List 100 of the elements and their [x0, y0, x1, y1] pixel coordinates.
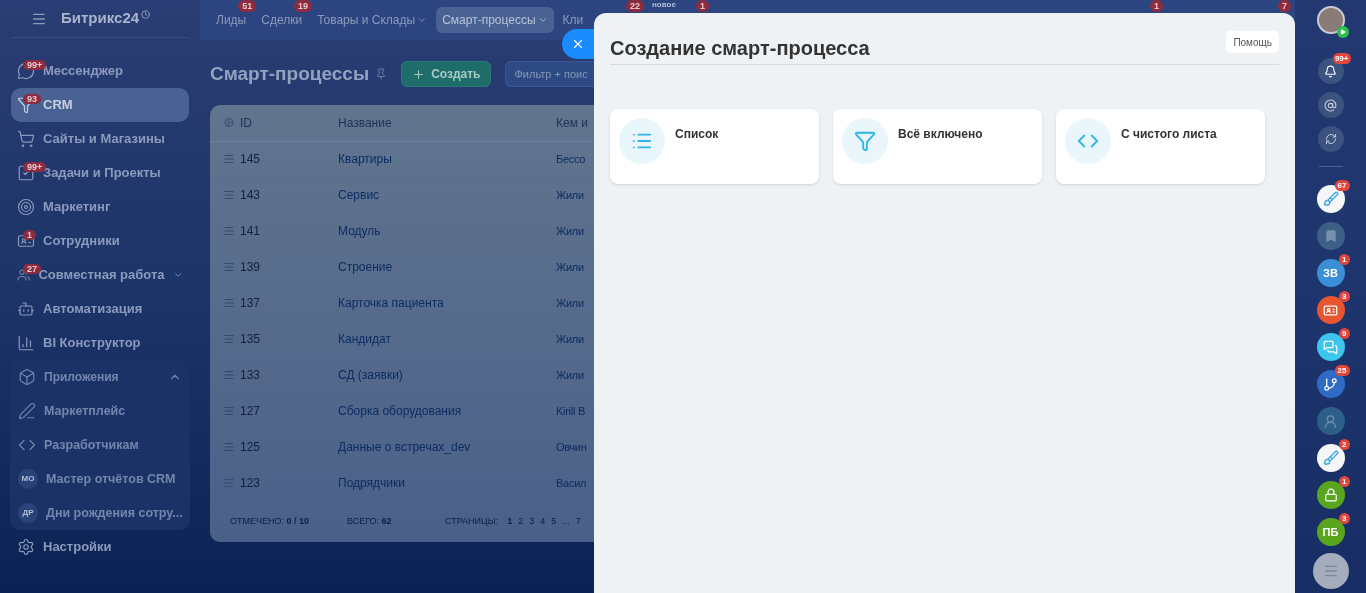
nav-tab[interactable]: Смарт-процессы [436, 7, 554, 33]
sidebar-item[interactable]: Маркетинг [11, 190, 189, 224]
table-cell-text: 127 [240, 403, 262, 420]
table-link[interactable]: СД (заявки) [338, 366, 556, 384]
table-link[interactable]: Сборка оборудования [338, 402, 556, 420]
sidebar-item[interactable]: Приложения [12, 360, 188, 394]
table-link[interactable]: Жили [556, 294, 584, 312]
app-initials: ЗВ [1323, 265, 1338, 281]
app-icon: MO [18, 469, 38, 489]
avatar[interactable] [1316, 6, 1345, 34]
sidebar-label: Настройки [43, 538, 112, 557]
app-button[interactable] [1316, 444, 1345, 472]
table-link[interactable]: Модуль [338, 222, 556, 240]
sidebar-item[interactable]: Сайты и Магазины [11, 122, 189, 156]
app-button[interactable] [1316, 185, 1345, 213]
logo[interactable]: Битрикс24 [61, 7, 140, 30]
sidebar-item[interactable]: ДР Дни рождения сотру... [12, 496, 188, 530]
page-link[interactable]: 7 [575, 514, 581, 529]
count-badge: 2 [1339, 439, 1350, 450]
sidebar-label: Маркетплейс [44, 402, 126, 420]
sidebar-item[interactable]: Настройки [11, 530, 189, 564]
table-link[interactable]: Сервис [338, 186, 556, 204]
table-link[interactable]: Карточка пациента [338, 294, 556, 312]
table-link[interactable]: Кандидат [338, 330, 556, 348]
contact-card-icon [1323, 302, 1338, 318]
table-link[interactable]: Жили [556, 258, 584, 276]
table-link[interactable]: Жили [556, 222, 584, 240]
app-button[interactable] [1316, 370, 1345, 398]
panel-title: Создание смарт-процесса [610, 36, 870, 61]
page-link[interactable]: 2 [518, 514, 524, 529]
sidebar-label: Сайты и Магазины [43, 130, 165, 149]
table-link[interactable]: Строение [338, 258, 556, 276]
help-button[interactable]: Помощь [1226, 31, 1279, 53]
table-link[interactable]: Подрядчики [338, 474, 556, 492]
menu-button[interactable] [1312, 553, 1349, 589]
sidebar-item[interactable]: Автоматизация [11, 292, 189, 326]
page-link[interactable]: 5 [551, 514, 557, 529]
option-card[interactable]: Список [610, 109, 819, 184]
nav-tab[interactable]: Сделки [255, 12, 309, 28]
nav-tab[interactable]: Лиды [210, 12, 253, 28]
table-cell-text: 125 [240, 439, 262, 456]
page-link[interactable]: 3 [529, 514, 535, 529]
nav-tab[interactable]: Кли [556, 12, 590, 28]
table-link[interactable]: Данные о встречах_dev [338, 438, 556, 456]
sidebar-label: Мастер отчётов CRM [46, 470, 176, 488]
table-cell-text: 133 [240, 367, 262, 384]
table-cell-text: 145 [240, 151, 262, 168]
branch-icon [1323, 376, 1338, 392]
table-cell-text: 141 [240, 223, 262, 240]
create-button[interactable]: Создать [401, 61, 492, 88]
table-cell-text: 135 [240, 331, 262, 348]
pin-icon[interactable] [375, 68, 388, 81]
count-badge: 7 [1278, 0, 1291, 12]
column-header: ID [240, 114, 253, 132]
option-label: С чистого листа [1121, 126, 1217, 143]
exchange-button[interactable] [1317, 126, 1344, 152]
option-label: Всё включено [898, 126, 983, 143]
count-badge: 51 [238, 0, 257, 12]
chevron-down-icon [417, 15, 428, 25]
sidebar-item[interactable]: MO Мастер отчётов CRM [12, 462, 188, 496]
close-button[interactable] [562, 29, 594, 59]
option-card[interactable]: С чистого листа [1056, 109, 1265, 184]
checked-count: ОТМЕЧЕНО: 0 / 10 [230, 514, 311, 528]
table-link[interactable]: Жили [556, 186, 584, 204]
count-badge: 22 [626, 0, 644, 12]
app-button[interactable] [1316, 296, 1345, 324]
page-link[interactable]: 4 [540, 514, 546, 529]
option-label: Список [675, 126, 719, 143]
table-link[interactable]: Жили [556, 330, 584, 348]
sidebar-item[interactable]: 93 CRM [11, 88, 189, 122]
filter-icon [854, 130, 876, 152]
app-button[interactable] [1316, 333, 1345, 361]
at-sign-button[interactable] [1317, 92, 1344, 118]
sidebar-label: BI Конструктор [43, 334, 141, 353]
sidebar-item[interactable]: BI Конструктор [11, 326, 189, 360]
sidebar-item[interactable]: 1 Сотрудники [11, 224, 189, 258]
page-link[interactable]: 1 [507, 514, 513, 529]
table-link[interactable]: Бессо [556, 150, 586, 168]
play-icon [1336, 26, 1349, 38]
table-link[interactable]: Квартиры [338, 150, 556, 168]
table-link[interactable]: Овчин [556, 438, 587, 456]
count-badge: 67 [1334, 180, 1350, 191]
count-badge: 93 [23, 94, 41, 104]
table-link[interactable]: Васил [556, 474, 587, 492]
option-card[interactable]: Всё включено [833, 109, 1042, 184]
table-cell-text: 139 [240, 259, 262, 276]
total-count: ВСЕГО: 62 [347, 514, 393, 528]
sidebar-item[interactable]: Маркетплейс [12, 394, 188, 428]
count-badge: 9 [1339, 328, 1350, 339]
sidebar-item[interactable]: Разработчикам [12, 428, 188, 462]
clock-icon [141, 10, 151, 19]
app-button[interactable] [1316, 481, 1345, 509]
pages-label: СТРАНИЦЫ: [445, 514, 499, 528]
table-link[interactable]: Жили [556, 366, 584, 384]
sidebar-label: Дни рождения сотру... [46, 504, 183, 522]
page-link[interactable]: ... [562, 514, 570, 529]
nav-tab[interactable]: Товары и Склады [311, 12, 434, 28]
refresh-icon [1324, 133, 1337, 145]
count-badge: 1 [695, 0, 709, 12]
table-link[interactable]: Kirill B [556, 402, 585, 420]
